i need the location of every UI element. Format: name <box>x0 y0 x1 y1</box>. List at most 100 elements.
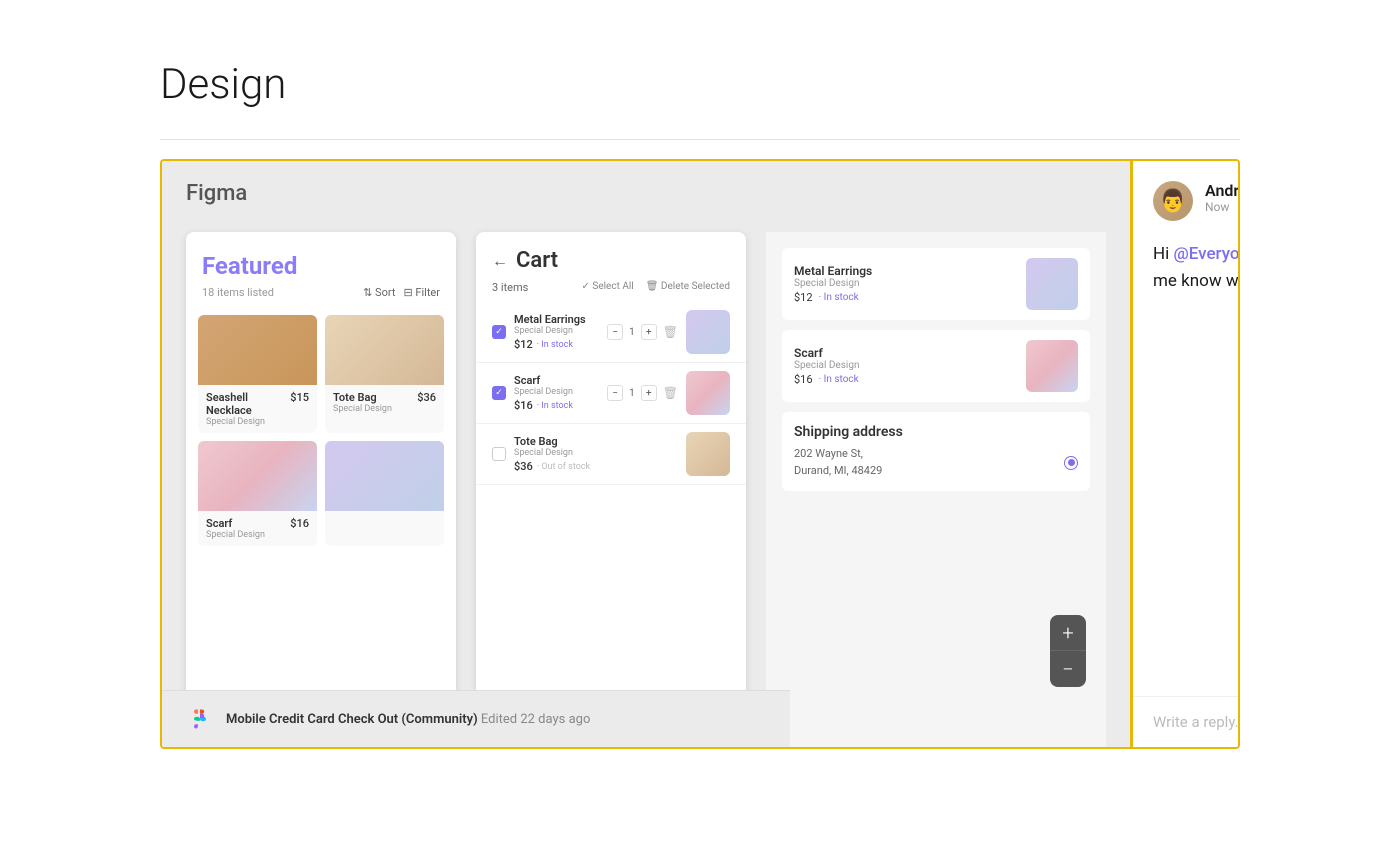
list-item: Scarf Special Design $16 · In stock <box>782 330 1090 402</box>
peek-item-image <box>1026 258 1078 310</box>
cart-item-info: Scarf Special Design $16 · In stock <box>514 374 599 412</box>
list-item: Metal Earrings Special Design $12 · In s… <box>782 248 1090 320</box>
cart-item-price: $12 <box>514 338 533 351</box>
product-sub: Special Design <box>206 530 309 540</box>
main-card: Figma Featured 18 items listed ⇅ Sort ⊟ … <box>160 159 1240 749</box>
peek-item-image <box>1026 340 1078 392</box>
bottom-bar: Mobile Credit Card Check Out (Community)… <box>162 690 790 747</box>
figma-icon <box>186 705 214 733</box>
cart-item-info: Metal Earrings Special Design $12 · In s… <box>514 313 599 351</box>
shipping-radio-inner <box>1068 459 1075 466</box>
cart-item-count: 3 items <box>492 281 528 294</box>
product-name-price: Scarf $16 <box>206 517 309 530</box>
figma-preview-panel: Figma Featured 18 items listed ⇅ Sort ⊟ … <box>162 161 1130 747</box>
comment-body: Hi @Everyone! Here's the prototype, let … <box>1133 233 1240 315</box>
shipping-radio[interactable] <box>1064 456 1078 470</box>
cart-checkbox-1[interactable]: ✓ <box>492 325 506 339</box>
cart-meta: 3 items ✓ Select All 🗑 Delete Selected <box>476 281 746 302</box>
file-name: Mobile Credit Card Check Out (Community) <box>226 712 478 727</box>
cart-item-stock: · In stock <box>537 340 573 350</box>
cart-checkbox-2[interactable]: ✓ <box>492 386 506 400</box>
list-item: Tote Bag Special Design $36 · Out of sto… <box>476 424 746 485</box>
cart-item-price-row: $16 · In stock <box>514 399 599 412</box>
cart-item-price: $36 <box>514 460 533 473</box>
qty-decrease-btn[interactable]: − <box>607 324 623 340</box>
qty-increase-btn[interactable]: + <box>641 324 657 340</box>
cart-item-name: Tote Bag <box>514 435 678 448</box>
delete-icon[interactable]: 🗑 <box>663 325 678 339</box>
product-sub: Special Design <box>333 404 436 414</box>
right-content: Metal Earrings Special Design $12 · In s… <box>766 232 1106 517</box>
zoom-out-btn[interactable]: − <box>1050 651 1086 687</box>
mention-tag: @Everyone <box>1173 244 1240 264</box>
bottom-bar-text: Mobile Credit Card Check Out (Community)… <box>226 712 590 727</box>
cart-item-info: Tote Bag Special Design $36 · Out of sto… <box>514 435 678 473</box>
select-all-btn[interactable]: ✓ Select All <box>582 281 634 294</box>
cart-item-sub: Special Design <box>514 448 678 458</box>
qty-decrease-btn[interactable]: − <box>607 385 623 401</box>
peek-price-row: $16 · In stock <box>794 373 1016 386</box>
product-image <box>325 315 444 385</box>
commenter-name: Andrew <box>1205 181 1240 200</box>
featured-title: Featured <box>202 252 440 280</box>
product-price: $16 <box>290 517 309 530</box>
qty-increase-btn[interactable]: + <box>641 385 657 401</box>
avatar-face: 👨 <box>1159 189 1186 214</box>
page-title: Design <box>160 60 1240 109</box>
comment-header: 👨 Andrew Now RESOLVE ⋮ <box>1133 161 1240 233</box>
product-sub: Special Design <box>206 417 309 427</box>
reply-placeholder[interactable]: Write a reply... <box>1153 713 1240 731</box>
product-name-price: Tote Bag $36 <box>333 391 436 404</box>
cart-item-price: $16 <box>514 399 533 412</box>
product-price: $15 <box>290 391 309 404</box>
peek-item-info: Scarf Special Design $16 · In stock <box>794 346 1016 386</box>
cart-frame: ← Cart 3 items ✓ Select All 🗑 Delete Sel… <box>476 232 746 747</box>
shipping-row: 202 Wayne St, Durand, MI, 48429 <box>794 446 1078 479</box>
avatar: 👨 <box>1153 181 1193 221</box>
cart-item-name: Scarf <box>514 374 599 387</box>
list-item: SeashellNecklace $15 Special Design <box>198 315 317 433</box>
comment-time: Now <box>1205 200 1240 214</box>
qty-value: 1 <box>629 388 635 399</box>
back-arrow-icon[interactable]: ← <box>492 251 508 271</box>
cart-actions: ✓ Select All 🗑 Delete Selected <box>582 281 730 294</box>
cart-item-price-row: $12 · In stock <box>514 338 599 351</box>
product-grid: SeashellNecklace $15 Special Design <box>186 307 456 554</box>
peek-item-sub: Special Design <box>794 278 1016 289</box>
list-item <box>325 441 444 546</box>
list-item: ✓ Scarf Special Design $16 · In stock − … <box>476 363 746 424</box>
cart-item-price-row: $36 · Out of stock <box>514 460 678 473</box>
delete-selected-btn[interactable]: 🗑 Delete Selected <box>646 281 730 294</box>
edited-time: Edited 22 days ago <box>481 712 590 727</box>
peek-stock: · In stock <box>819 374 859 385</box>
delete-icon[interactable]: 🗑 <box>663 386 678 400</box>
shipping-title: Shipping address <box>794 424 1078 440</box>
filter-icon[interactable]: ⊟ Filter <box>403 286 440 299</box>
qty-value: 1 <box>629 327 635 338</box>
sort-icon[interactable]: ⇅ Sort <box>363 286 395 299</box>
item-count: 18 items listed <box>202 286 274 299</box>
featured-frame: Featured 18 items listed ⇅ Sort ⊟ Filter <box>186 232 456 747</box>
product-price: $36 <box>417 391 436 404</box>
figma-label: Figma <box>162 161 1130 222</box>
peek-price: $16 <box>794 373 813 386</box>
cart-item-stock: · In stock <box>537 401 573 411</box>
peek-price: $12 <box>794 291 813 304</box>
list-item: Scarf $16 Special Design <box>198 441 317 546</box>
figma-frames-row: Featured 18 items listed ⇅ Sort ⊟ Filter <box>162 222 1130 747</box>
comment-pre-text: Hi <box>1153 244 1173 264</box>
zoom-controls: + − <box>1050 615 1086 687</box>
cart-item-image <box>686 432 730 476</box>
product-info: Scarf $16 Special Design <box>198 511 317 546</box>
page-container: Design Figma Featured 18 items listed ⇅ … <box>0 0 1400 809</box>
cart-checkbox-3[interactable] <box>492 447 506 461</box>
product-name-price: SeashellNecklace $15 <box>206 391 309 417</box>
list-item: Tote Bag $36 Special Design <box>325 315 444 433</box>
product-name: SeashellNecklace <box>206 391 252 417</box>
peek-item-name: Scarf <box>794 346 1016 360</box>
featured-header: Featured 18 items listed ⇅ Sort ⊟ Filter <box>186 232 456 307</box>
peek-item-sub: Special Design <box>794 360 1016 371</box>
zoom-in-btn[interactable]: + <box>1050 615 1086 651</box>
right-peek-panel: Metal Earrings Special Design $12 · In s… <box>766 232 1106 747</box>
product-info: SeashellNecklace $15 Special Design <box>198 385 317 433</box>
